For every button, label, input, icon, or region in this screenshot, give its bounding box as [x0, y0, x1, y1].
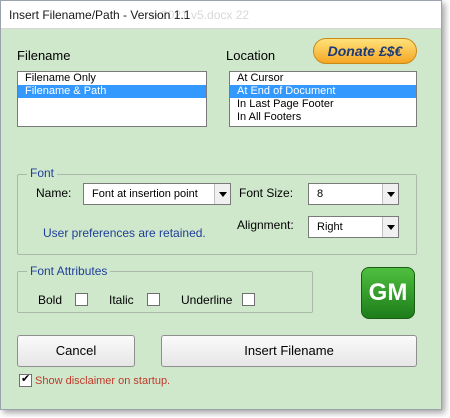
title-bar[interactable]: e 2021 v5.docx 22 Insert Filename/Path -… — [1, 1, 441, 29]
filename-option-path[interactable]: Filename & Path — [18, 85, 206, 98]
alignment-label: Alignment: — [237, 218, 294, 232]
preferences-info-text: User preferences are retained. — [43, 226, 206, 240]
location-label: Location — [226, 48, 276, 63]
location-option-end-of-document[interactable]: At End of Document — [230, 85, 416, 98]
insert-filename-button[interactable]: Insert Filename — [161, 335, 417, 367]
chevron-down-icon[interactable] — [382, 217, 398, 237]
italic-checkbox[interactable] — [147, 293, 160, 306]
show-disclaimer-checkbox[interactable] — [19, 372, 32, 387]
font-size-value: 8 — [317, 188, 324, 200]
font-attributes-title: Font Attributes — [27, 264, 111, 278]
font-name-dropdown[interactable]: Font at insertion point — [83, 183, 231, 205]
alignment-value: Right — [317, 221, 343, 233]
font-group-title: Font — [27, 166, 58, 180]
font-size-label: Font Size: — [239, 186, 294, 200]
filename-label: Filename — [17, 48, 71, 63]
filename-listbox[interactable]: Filename Only Filename & Path — [17, 71, 207, 127]
chevron-down-icon[interactable] — [214, 184, 230, 204]
location-listbox[interactable]: At Cursor At End of Document In Last Pag… — [229, 71, 417, 127]
window-title: Insert Filename/Path - Version 1.1 — [9, 8, 191, 22]
chevron-down-icon[interactable] — [382, 184, 398, 204]
alignment-dropdown[interactable]: Right — [308, 216, 399, 238]
location-option-all-footers[interactable]: In All Footers — [230, 111, 416, 124]
underline-checkbox[interactable] — [242, 293, 255, 306]
location-option-last-page-footer[interactable]: In Last Page Footer — [230, 98, 416, 111]
donate-button[interactable]: Donate £$€ — [313, 38, 417, 64]
gm-logo: GM — [361, 267, 415, 319]
show-disclaimer-label: Show disclaimer on startup. — [35, 375, 171, 387]
cancel-button[interactable]: Cancel — [17, 335, 135, 367]
dialog-body: Filename Filename Only Filename & Path L… — [1, 30, 441, 410]
font-name-label: Name: — [36, 186, 72, 200]
font-name-value: Font at insertion point — [92, 188, 198, 200]
font-size-dropdown[interactable]: 8 — [308, 183, 399, 205]
italic-label: Italic — [109, 293, 134, 307]
filename-option-only[interactable]: Filename Only — [18, 72, 206, 85]
underline-label: Underline — [181, 293, 233, 307]
location-option-at-cursor[interactable]: At Cursor — [230, 72, 416, 85]
bold-label: Bold — [38, 293, 63, 307]
bold-checkbox[interactable] — [75, 293, 88, 306]
dialog-window: e 2021 v5.docx 22 Insert Filename/Path -… — [0, 0, 442, 410]
